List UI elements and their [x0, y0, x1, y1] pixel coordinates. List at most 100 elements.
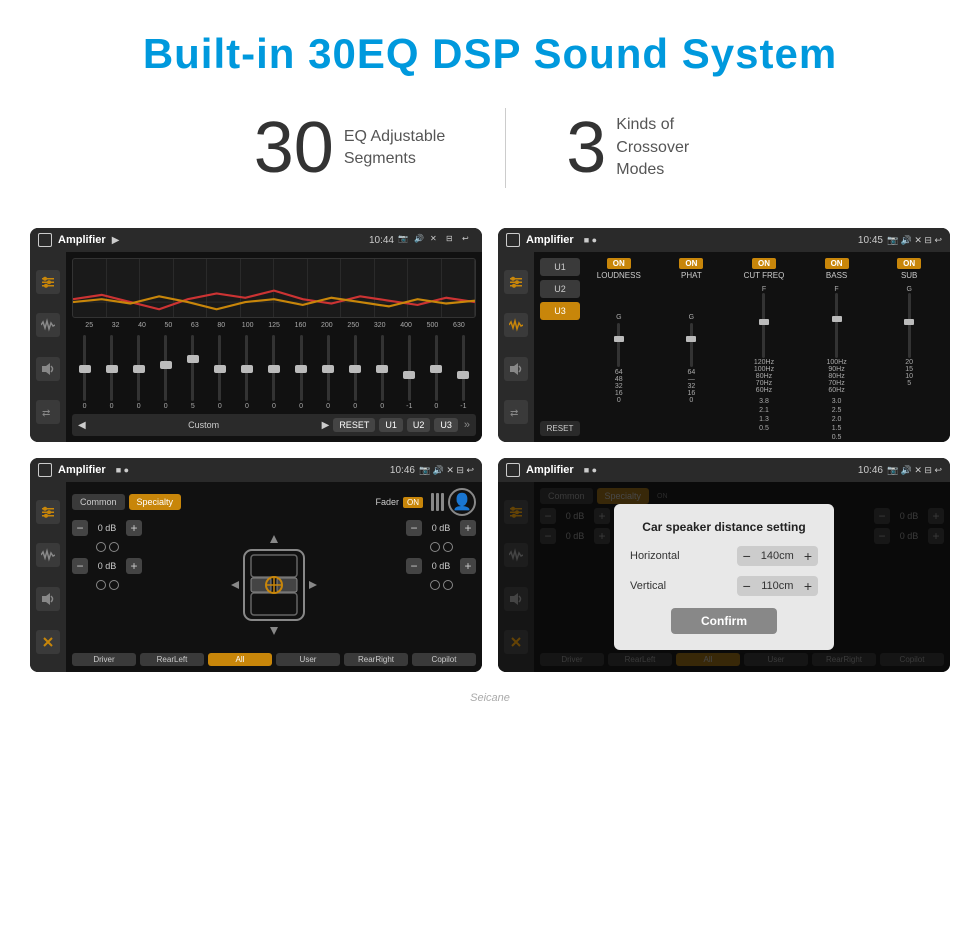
home-icon-1[interactable]	[38, 233, 52, 247]
screen3-bt-btn[interactable]	[36, 630, 60, 654]
level-row-rr: − 0 dB +	[406, 558, 476, 574]
profile-icon[interactable]: 👤	[448, 488, 476, 516]
speaker-front-icons	[72, 542, 142, 552]
cutfreq-on[interactable]: ON	[752, 258, 776, 269]
dialog-vertical-plus[interactable]: +	[804, 578, 812, 594]
fr-plus[interactable]: +	[460, 520, 476, 536]
fl-minus[interactable]: −	[72, 520, 88, 536]
crossover-label: Kinds ofCrossover Modes	[616, 114, 726, 181]
eq-u1-btn[interactable]: U1	[379, 418, 403, 432]
zone-rearright[interactable]: RearRight	[344, 653, 408, 666]
screen1-title: Amplifier	[58, 234, 106, 246]
sub-on[interactable]: ON	[897, 258, 921, 269]
preset-u3[interactable]: U3	[540, 302, 580, 320]
arrows-btn[interactable]: ⇄	[36, 400, 60, 424]
dialog-vertical-minus[interactable]: −	[743, 578, 751, 594]
loudness-on[interactable]: ON	[607, 258, 631, 269]
screen3-wave-btn[interactable]	[36, 543, 60, 567]
screen4-icons-right: 📷 🔊 ✕ ⊟ ↩	[887, 465, 942, 476]
fader-on-badge: ON	[403, 497, 423, 508]
home-icon-4[interactable]	[506, 463, 520, 477]
fader-label: Fader	[375, 497, 399, 507]
status-bar-4: Amplifier ■ ● 10:46 📷 🔊 ✕ ⊟ ↩	[498, 458, 950, 482]
fl-plus[interactable]: +	[126, 520, 142, 536]
status-bar-right-2: 10:45 📷 🔊 ✕ ⊟ ↩	[858, 235, 942, 246]
status-bar-right-4: 10:46 📷 🔊 ✕ ⊟ ↩	[858, 465, 942, 476]
screen3-vol-btn[interactable]	[36, 587, 60, 611]
screen-eq: Amplifier ▶ 10:44 📷 🔊 ✕ ⊟ ↩	[30, 228, 482, 442]
eq-more-icon[interactable]: »	[464, 419, 470, 431]
dialog-horizontal-value: 140cm	[755, 550, 800, 562]
zone-user[interactable]: User	[276, 653, 340, 666]
eq-u3-btn[interactable]: U3	[434, 418, 458, 432]
volume-icon-3	[41, 592, 55, 606]
dialog-vertical-value: 110cm	[755, 580, 800, 592]
eq-slider-2: 0	[99, 335, 124, 410]
screen2-arrows-btn[interactable]: ⇄	[504, 400, 528, 424]
dialog-horizontal-minus[interactable]: −	[743, 548, 751, 564]
dialog-horizontal-control: − 140cm +	[737, 546, 818, 566]
vol-btn[interactable]	[36, 357, 60, 381]
screen2-icons: ■ ●	[584, 235, 597, 245]
screen2-vol-btn[interactable]	[504, 357, 528, 381]
svg-text:⇄: ⇄	[510, 408, 518, 419]
phat-slider-area: G 64 — 32 16 0	[687, 282, 695, 436]
arrows-icon: ⇄	[41, 405, 55, 419]
wave-icon-3	[41, 548, 55, 562]
preset-u1[interactable]: U1	[540, 258, 580, 276]
eq-slider-5: 5	[180, 335, 205, 410]
home-icon-3[interactable]	[38, 463, 52, 477]
phat-on[interactable]: ON	[679, 258, 703, 269]
sliders-icon-3	[41, 505, 55, 519]
crossover-number: 3	[566, 112, 606, 184]
eq-curve-svg	[73, 259, 475, 318]
eq-next-arrow[interactable]: ▶	[322, 420, 330, 431]
eq-slider-9: 0	[289, 335, 314, 410]
screen3-eq-btn[interactable]	[36, 500, 60, 524]
dialog-horizontal-row: Horizontal − 140cm +	[630, 546, 818, 566]
screens-grid: Amplifier ▶ 10:44 📷 🔊 ✕ ⊟ ↩	[0, 218, 980, 692]
eq-reset-btn[interactable]: RESET	[333, 418, 375, 432]
dialog-horizontal-plus[interactable]: +	[804, 548, 812, 564]
eq-u2-btn[interactable]: U2	[407, 418, 431, 432]
screen4-icons: ■ ●	[584, 465, 597, 475]
zone-copilot[interactable]: Copilot	[412, 653, 476, 666]
speaker-dot-rrrr	[443, 580, 453, 590]
zone-rearleft[interactable]: RearLeft	[140, 653, 204, 666]
status-bar-left-1: Amplifier ▶	[38, 233, 119, 247]
eq-menu-btn[interactable]	[36, 270, 60, 294]
screen2-wave-btn[interactable]	[504, 313, 528, 337]
eq-slider-6: 0	[207, 335, 232, 410]
screen1-content: ⇄	[30, 252, 482, 442]
rl-minus[interactable]: −	[72, 558, 88, 574]
eq-prev-arrow[interactable]: ◀	[78, 420, 86, 431]
rr-plus[interactable]: +	[460, 558, 476, 574]
confirm-button[interactable]: Confirm	[671, 608, 777, 634]
screen2-content: ⇄ U1 U2 U3 RESET ON LOUDNESS	[498, 252, 950, 442]
common-mode-btn[interactable]: Common	[72, 494, 125, 510]
preset-reset[interactable]: RESET	[540, 421, 580, 436]
stats-section: 30 EQ AdjustableSegments 3 Kinds ofCross…	[0, 98, 980, 218]
fr-minus[interactable]: −	[406, 520, 422, 536]
specialty-mode-btn[interactable]: Specialty	[129, 494, 182, 510]
preset-u2[interactable]: U2	[540, 280, 580, 298]
zone-driver[interactable]: Driver	[72, 653, 136, 666]
bass-on[interactable]: ON	[825, 258, 849, 269]
eq-slider-8: 0	[261, 335, 286, 410]
wave-btn[interactable]	[36, 313, 60, 337]
screen-dialog: Amplifier ■ ● 10:46 📷 🔊 ✕ ⊟ ↩	[498, 458, 950, 672]
channel-phat: ON PHAT G 64 — 32 16 0	[657, 258, 727, 436]
level-row-fr: − 0 dB +	[406, 520, 476, 536]
home-icon-2[interactable]	[506, 233, 520, 247]
status-bar-right-1: 10:44 📷 🔊 ✕ ⊟ ↩	[369, 234, 474, 246]
eq-bottom-bar: ◀ Custom ▶ RESET U1 U2 U3 »	[72, 414, 476, 436]
rr-minus[interactable]: −	[406, 558, 422, 574]
speaker-rear-icons-r	[406, 580, 476, 590]
screen2-eq-btn[interactable]	[504, 270, 528, 294]
rl-plus[interactable]: +	[126, 558, 142, 574]
screen3-icons: ■ ●	[116, 465, 129, 475]
eq-slider-11: 0	[343, 335, 368, 410]
zone-all[interactable]: All	[208, 653, 272, 666]
speaker-front-icons-r	[406, 542, 476, 552]
speaker-rear-icons-l	[72, 580, 142, 590]
